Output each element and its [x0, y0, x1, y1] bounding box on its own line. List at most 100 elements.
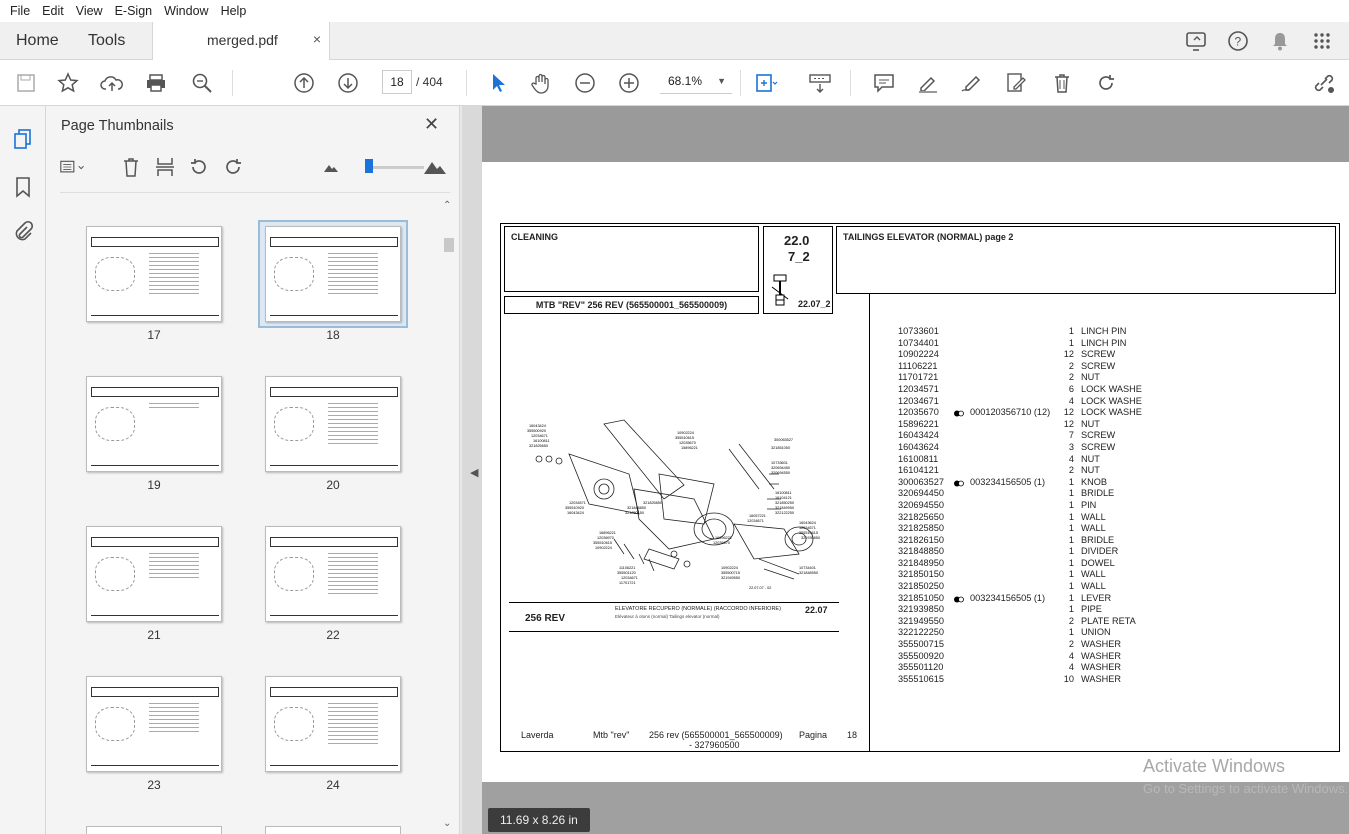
tab-home[interactable]: Home [16, 22, 59, 60]
thumbnail-page-17[interactable]: 17 [86, 226, 222, 342]
comment-icon[interactable] [870, 69, 898, 97]
part-description: WASHER [1081, 673, 1121, 684]
next-page-icon[interactable] [334, 69, 362, 97]
svg-text:10902224: 10902224 [677, 431, 694, 435]
section-number: 22.0 [784, 233, 810, 248]
bookmark-icon[interactable] [10, 174, 36, 200]
share-link-icon[interactable] [1310, 69, 1338, 97]
print-icon[interactable] [142, 69, 170, 97]
part-row: 321949550 2 PLATE RETA [898, 616, 1338, 628]
part-row: 300063527 003234156505 (1) 1 KNOB [898, 477, 1338, 489]
part-description: WASHER [1081, 650, 1121, 661]
part-row: 355500920 4 WASHER [898, 651, 1338, 663]
thumbnail-label: 24 [326, 778, 340, 792]
caption-model: 256 REV [525, 613, 566, 624]
svg-text:16896221: 16896221 [715, 536, 732, 540]
scroll-mode-icon[interactable] [806, 69, 834, 97]
part-number: 321850250 [898, 581, 944, 592]
svg-text:?: ? [1235, 35, 1242, 49]
footer-page-number: 18 [847, 730, 858, 740]
small-thumbnails-icon[interactable] [318, 154, 344, 180]
zoom-level-select[interactable]: 68.1% ▼ [660, 70, 732, 94]
parts-list: 10733601 1 LINCH PIN 10734401 1 LINCH PIN 1090… [898, 326, 1338, 685]
thumbnail-page-19[interactable]: 19 [86, 376, 222, 492]
rotate-right-icon[interactable] [220, 154, 246, 180]
help-icon[interactable]: ? [1225, 28, 1251, 54]
svg-text:10902224: 10902224 [721, 566, 738, 570]
part-quantity: 1 [1068, 546, 1074, 557]
scroll-down-icon[interactable]: ⌄ [443, 818, 451, 829]
document-viewer: ◀ CLEANING 22.0 7_2 22.07_2 TAILINGS ELE… [462, 106, 1349, 834]
thumbnail-page-21[interactable]: 21 [86, 526, 222, 642]
bell-icon[interactable] [1267, 28, 1293, 54]
thumbnails-scrollbar[interactable]: ⌃ ⌄ [442, 200, 454, 834]
thumbnail-page-18[interactable]: 18 [265, 226, 401, 342]
scroll-up-icon[interactable]: ⌃ [443, 200, 451, 211]
thumbnail-image [86, 676, 222, 772]
prev-page-icon[interactable] [290, 69, 318, 97]
apps-grid-icon[interactable] [1309, 28, 1335, 54]
section-code: 22.07_2 [798, 299, 831, 309]
highlight-pen-icon[interactable] [914, 69, 942, 97]
menu-edit[interactable]: Edit [36, 4, 70, 18]
part-description: SCREW [1081, 349, 1116, 360]
part-description: SCREW [1081, 360, 1116, 371]
part-row: 322122250 1 UNION [898, 627, 1338, 639]
large-thumbnails-icon[interactable] [422, 154, 448, 180]
part-quantity: 1 [1068, 557, 1074, 568]
redo-icon[interactable] [1092, 69, 1120, 97]
attachment-icon[interactable] [10, 218, 36, 244]
zoom-out-icon[interactable] [571, 69, 599, 97]
extract-page-icon[interactable] [152, 154, 178, 180]
part-description: LEVER [1081, 592, 1112, 603]
save-icon[interactable] [12, 69, 40, 97]
collapse-panel-icon[interactable]: ◀ [470, 466, 478, 479]
thumbnail-size-slider[interactable] [368, 166, 424, 169]
tab-tools[interactable]: Tools [88, 22, 125, 60]
chevron-down-icon: ▼ [717, 76, 726, 86]
part-description: BRIDLE [1081, 534, 1115, 545]
sign-icon[interactable] [958, 69, 986, 97]
part-number: 321939850 [898, 604, 944, 615]
thumbnail-page-20[interactable]: 20 [265, 376, 401, 492]
zoom-in-icon[interactable] [615, 69, 643, 97]
delete-page-icon[interactable] [118, 154, 144, 180]
close-panel-icon[interactable]: ✕ [424, 114, 439, 135]
thumbnail-image [265, 676, 401, 772]
select-cursor-icon[interactable] [484, 69, 512, 97]
menu-view[interactable]: View [70, 4, 109, 18]
menu-file[interactable]: File [4, 4, 36, 18]
svg-text:16100811: 16100811 [775, 491, 792, 495]
delete-icon[interactable] [1048, 69, 1076, 97]
part-diagram-icon [771, 274, 789, 306]
fit-page-icon[interactable] [752, 69, 780, 97]
menu-help[interactable]: Help [215, 4, 253, 18]
part-description: WASHER [1081, 639, 1121, 650]
share-screen-icon[interactable] [1183, 28, 1209, 54]
activate-windows-hint: Go to Settings to activate Windows. [1143, 781, 1349, 796]
hand-tool-icon[interactable] [527, 69, 555, 97]
scroll-thumb[interactable] [444, 238, 454, 252]
close-tab-icon[interactable]: × [313, 31, 321, 47]
part-number: 16104121 [898, 465, 939, 476]
slider-knob[interactable] [365, 159, 373, 173]
page-thumbnails-icon[interactable] [10, 126, 36, 152]
cloud-upload-icon[interactable] [98, 69, 126, 97]
part-row: 15896221 12 NUT [898, 419, 1338, 431]
page-number-input[interactable]: 18 [382, 70, 412, 94]
menu-window[interactable]: Window [158, 4, 214, 18]
zoom-search-icon[interactable] [188, 69, 216, 97]
edit-pdf-icon[interactable] [1002, 69, 1030, 97]
thumbnail-page-23[interactable]: 23 [86, 676, 222, 792]
tab-document[interactable]: merged.pdf × [152, 22, 330, 60]
thumbnail-page-22[interactable]: 22 [265, 526, 401, 642]
thumbnails-panel: Page Thumbnails ✕ ⌃ ⌄ 17 18 19 20 21 22 … [46, 106, 460, 834]
rotate-left-icon[interactable] [186, 154, 212, 180]
thumbnail-page-24[interactable]: 24 [265, 676, 401, 792]
part-description: NUT [1081, 372, 1100, 383]
menu-esign[interactable]: E-Sign [109, 4, 159, 18]
thumbnail-options-icon[interactable] [60, 154, 86, 180]
part-description: PIN [1081, 499, 1097, 510]
part-description: LINCH PIN [1081, 337, 1127, 348]
star-icon[interactable] [54, 69, 82, 97]
